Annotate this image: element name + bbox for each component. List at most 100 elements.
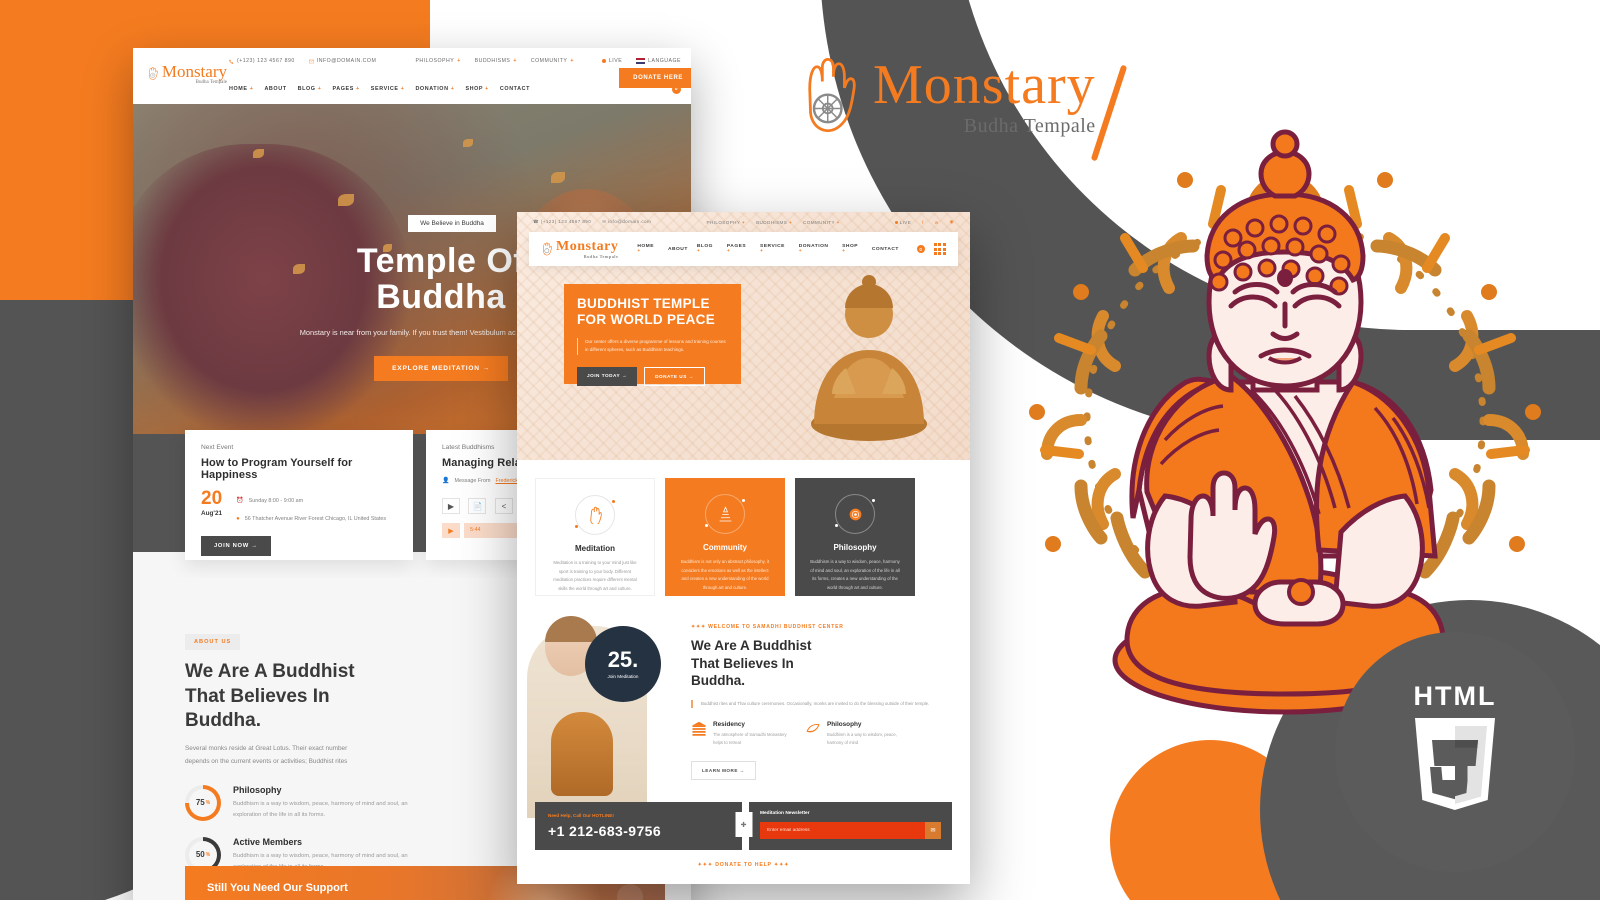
feature-card-meditation[interactable]: Meditation Meditation is a training to y… xyxy=(535,478,655,596)
instagram-icon[interactable]: ◉ xyxy=(950,219,954,225)
donate-us-button[interactable]: DONATE US → xyxy=(644,366,705,386)
m2-live-label: LIVE xyxy=(899,219,912,225)
m2-toplink-0-label: PHILOSOPHY xyxy=(706,219,741,225)
m1-nav-donation[interactable]: DONATION + xyxy=(415,86,454,92)
about-paragraph: Several monks reside at Great Lotus. The… xyxy=(185,745,348,765)
support-title: Still You Need Our Support xyxy=(207,882,348,894)
feature-card-philosophy[interactable]: Philosophy Buddhism is a way to wisdom, … xyxy=(795,478,915,596)
m2-logo[interactable]: Monstary Budha Tempale xyxy=(541,239,618,259)
m2-nav-pages[interactable]: PAGES + xyxy=(727,244,751,254)
skill-1-percent: 50 xyxy=(195,850,205,860)
html5-label: HTML xyxy=(1413,680,1497,711)
donate-us-label: DONATE US xyxy=(655,373,687,379)
m1-nav-about-label: ABOUT xyxy=(264,86,287,92)
newsletter-label: Meditation Newsletter xyxy=(760,811,810,816)
m2-about-eyebrow-text: WELCOME TO SAMADHI BUDDHIST CENTER xyxy=(708,624,844,630)
feature-1-title: Community xyxy=(703,543,747,552)
about-feature-residency: Residency The atmosphere of Samadhi Mona… xyxy=(691,721,789,747)
event-eyebrow: Next Event xyxy=(201,444,234,451)
m2-hero-desc-wrap: Our center offers a diverse programme of… xyxy=(577,337,728,355)
next-event-card: Next Event How to Program Yourself for H… xyxy=(185,430,413,560)
m1-language[interactable]: LANGUAGE xyxy=(636,58,681,64)
m1-live[interactable]: LIVE xyxy=(601,58,622,64)
m2-about-section: 25. Join Meditation ✦✦✦ WELCOME TO SAMAD… xyxy=(517,596,970,818)
plus-icon[interactable]: ✚ xyxy=(735,812,752,837)
skill-0-unit: % xyxy=(205,799,211,806)
m1-nav-contact[interactable]: CONTACT xyxy=(500,86,530,92)
hamsa-hand-dharma-wheel-icon xyxy=(543,242,552,255)
about-us-tag: ABOUT US xyxy=(185,634,241,650)
m2-hero-title-line1: BUDDHIST TEMPLE xyxy=(577,296,710,311)
m1-nav-service[interactable]: SERVICE + xyxy=(371,86,405,92)
m2-hero-title-line2: FOR WORLD PEACE xyxy=(577,312,715,328)
learn-more-button[interactable]: LEARN MORE → xyxy=(691,761,756,781)
m2-about-eyebrow: ✦✦✦ WELCOME TO SAMADHI BUDDHIST CENTER xyxy=(691,624,844,630)
m1-toplink-2[interactable]: COMMUNITY + xyxy=(531,58,574,64)
m2-nav-about-label: ABOUT xyxy=(667,246,688,252)
m2-live[interactable]: LIVE xyxy=(894,219,912,225)
facebook-icon[interactable]: f xyxy=(922,220,924,225)
envelope-icon xyxy=(308,59,314,63)
about-feature-philosophy: Philosophy Buddhism is a way to wisdom, … xyxy=(805,721,903,747)
map-pin-icon: ● xyxy=(236,515,240,522)
live-dot-icon xyxy=(601,59,606,63)
m1-toplink-0[interactable]: PHILOSOPHY + xyxy=(415,58,460,64)
event-location: 56 Thatcher Avenue River Forest Chicago,… xyxy=(244,515,387,522)
m1-nav-shop[interactable]: SHOP + xyxy=(465,86,488,92)
join-now-button[interactable]: JOIN NOW → xyxy=(201,536,271,557)
m2-nav-home[interactable]: HOME + xyxy=(637,244,659,254)
poster-canvas: (+123) 123 4567 890 INFO@DOMAIN.COM PHIL… xyxy=(0,0,1600,900)
m2-toplink-2[interactable]: COMMUNITY + xyxy=(803,220,840,225)
m1-nav-blog[interactable]: BLOG + xyxy=(298,86,322,92)
hotline-label: Need Help, Call Our HOTLINE! xyxy=(548,813,614,818)
m1-nav-contact-label: CONTACT xyxy=(499,86,531,92)
event-time-row: ⏰ Sunday 8:00 - 9:00 am xyxy=(236,497,397,507)
newsletter-email-input[interactable] xyxy=(760,822,925,839)
join-today-button[interactable]: JOIN TODAY → xyxy=(577,366,638,386)
m1-logo[interactable]: Monstary Budha Tempale xyxy=(147,57,227,91)
feature-card-row: Meditation Meditation is a training to y… xyxy=(517,460,970,596)
html5-badge: HTML xyxy=(1335,632,1575,872)
hotline-number[interactable]: +1 212-683-9756 xyxy=(548,823,729,839)
m2-nav-blog[interactable]: BLOG + xyxy=(697,244,718,254)
counter-number: 25. xyxy=(608,649,639,671)
m1-toplink-1[interactable]: BUDDHISMS + xyxy=(475,58,517,64)
explore-meditation-button[interactable]: EXPLORE MEDITATION → xyxy=(374,356,508,382)
m2-contact-row: Need Help, Call Our HOTLINE! +1 212-683-… xyxy=(517,802,970,850)
m1-nav-about[interactable]: ABOUT xyxy=(264,86,286,92)
m2-toplink-1-label: BUDDHISMS xyxy=(756,219,788,225)
support-banner: Still You Need Our Support Don't wait ma… xyxy=(185,866,665,900)
about-feature-1-title: Philosophy xyxy=(827,721,862,729)
m1-phone[interactable]: (+123) 123 4567 890 xyxy=(229,58,295,64)
m1-nav-blog-label: BLOG xyxy=(297,86,316,92)
m2-nav-about[interactable]: ABOUT xyxy=(668,247,688,252)
podcast-author[interactable]: Frederick xyxy=(495,477,517,487)
send-icon[interactable]: ✉ xyxy=(925,822,941,839)
video-icon[interactable]: ▶ xyxy=(442,498,460,515)
event-location-row: ● 56 Thatcher Avenue River Forest Chicag… xyxy=(236,515,397,525)
m2-toplink-1[interactable]: BUDDHISMS + xyxy=(756,220,792,225)
feature-0-title: Meditation xyxy=(575,544,615,553)
share-icon[interactable]: < xyxy=(494,498,513,515)
m2-about-heading-line2: That Believes In xyxy=(691,655,794,671)
play-icon[interactable]: ▶ xyxy=(442,523,460,539)
m2-email[interactable]: ✉ info@domain.com xyxy=(602,219,651,225)
event-date: 20 Aug'21 xyxy=(201,489,222,517)
m2-about-heading-line3: Buddha. xyxy=(691,673,745,689)
m2-toplink-0[interactable]: PHILOSOPHY + xyxy=(707,220,746,225)
m1-email[interactable]: INFO@DOMAIN.COM xyxy=(308,58,376,64)
audio-duration: 5:44 xyxy=(470,527,481,534)
document-icon[interactable]: 📄 xyxy=(468,498,487,515)
m1-nav-donation-label: DONATION xyxy=(415,86,449,92)
counter-suffix: . xyxy=(632,647,639,672)
feature-card-community[interactable]: Community Buddhism is not only an abstra… xyxy=(665,478,785,596)
m1-nav-pages[interactable]: PAGES + xyxy=(332,86,359,92)
person-photo: 25. Join Meditation xyxy=(517,616,677,818)
twitter-icon[interactable]: w xyxy=(935,220,939,225)
m2-nav-service[interactable]: SERVICE + xyxy=(760,244,790,254)
brand-name: Monstary xyxy=(873,53,1096,116)
m2-phone[interactable]: ☎ (+123) 123 4567 890 xyxy=(533,219,591,225)
user-icon: 👤 xyxy=(442,478,450,484)
m1-nav-home[interactable]: HOME + xyxy=(229,86,253,92)
donate-here-button[interactable]: DONATE HERE xyxy=(619,68,691,88)
